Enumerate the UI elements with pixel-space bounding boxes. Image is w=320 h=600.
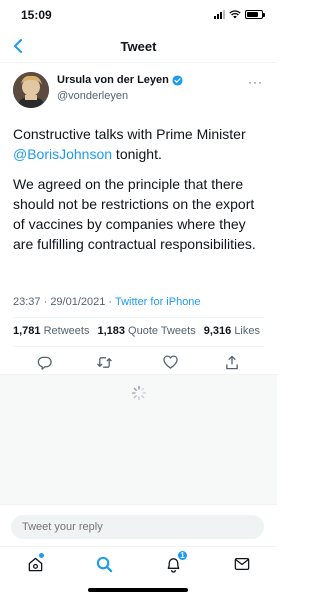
quote-tweets-stat[interactable]: 1,183 Quote Tweets — [97, 325, 195, 337]
tweet-stats: 1,781 Retweets 1,183 Quote Tweets 9,316 … — [13, 325, 260, 337]
tab-home[interactable] — [23, 552, 47, 576]
tweet-time: 23:37 — [13, 296, 41, 308]
reply-icon — [37, 356, 52, 370]
top-header: Tweet — [0, 30, 277, 63]
retweet-button[interactable] — [94, 352, 114, 372]
quote-tweets-label: Quote Tweets — [128, 325, 196, 337]
avatar[interactable] — [13, 72, 49, 108]
tweet-date: 29/01/2021 — [50, 296, 106, 308]
author-handle[interactable]: @vonderleyen — [57, 90, 128, 102]
reply-composer — [0, 504, 277, 546]
meta-separator-2: · — [105, 296, 115, 308]
spinner-icon — [131, 385, 147, 401]
retweets-count: 1,781 — [13, 325, 41, 337]
mention-link[interactable]: @BorisJohnson — [13, 146, 112, 162]
author-name[interactable]: Ursula von der Leyen — [57, 74, 183, 86]
meta-separator: · — [40, 296, 51, 308]
likes-label: Likes — [234, 325, 260, 337]
search-icon — [96, 556, 112, 572]
reply-button[interactable] — [34, 352, 54, 372]
divider — [13, 346, 264, 347]
heart-icon — [162, 355, 178, 369]
home-icon — [28, 557, 42, 571]
retweets-stat[interactable]: 1,781 Retweets — [13, 325, 89, 337]
home-indicator — [88, 588, 188, 592]
share-button[interactable] — [222, 352, 242, 372]
tweet-paragraph-2: We agreed on the principle that there sh… — [13, 176, 256, 252]
tweet-text: Constructive talks with Prime Minister @… — [13, 124, 269, 264]
signal-icon — [214, 10, 225, 19]
tweet-source-link[interactable]: Twitter for iPhone — [115, 296, 201, 308]
likes-stat[interactable]: 9,316 Likes — [204, 325, 260, 337]
status-bar: 15:09 — [0, 0, 277, 30]
like-button[interactable] — [160, 352, 180, 372]
tweet-paragraph: Constructive talks with Prime Minister @… — [13, 124, 269, 164]
reply-input[interactable] — [11, 515, 264, 539]
verified-badge-icon — [172, 74, 183, 86]
tweet-text-suffix: tonight. — [112, 146, 162, 162]
status-time: 15:09 — [21, 8, 52, 22]
notifications-badge: 1 — [177, 550, 188, 561]
home-notification-dot — [39, 553, 44, 558]
wifi-icon — [229, 10, 241, 19]
retweet-icon — [96, 356, 112, 368]
replies-loading-area — [0, 374, 277, 504]
tab-search[interactable] — [92, 552, 116, 576]
tweet-actions — [0, 352, 277, 374]
page-title: Tweet — [120, 39, 157, 54]
quote-tweets-count: 1,183 — [97, 325, 125, 337]
mail-icon — [234, 558, 250, 570]
retweets-label: Retweets — [43, 325, 90, 337]
share-icon — [226, 355, 238, 369]
tab-messages[interactable] — [230, 552, 254, 576]
likes-count: 9,316 — [203, 325, 232, 337]
tweet-author[interactable]: Ursula von der Leyen @vonderleyen ··· — [0, 63, 277, 113]
status-icons — [214, 10, 265, 19]
tweet-meta: 23:37 · 29/01/2021 · Twitter for iPhone — [13, 296, 201, 308]
author-name-text: Ursula von der Leyen — [57, 74, 169, 86]
more-options-button[interactable]: ··· — [248, 75, 263, 89]
tweet-text-prefix: Constructive talks with Prime Minister — [13, 126, 246, 142]
tab-notifications[interactable]: 1 — [161, 550, 188, 576]
battery-icon — [245, 10, 265, 19]
divider — [13, 317, 264, 318]
